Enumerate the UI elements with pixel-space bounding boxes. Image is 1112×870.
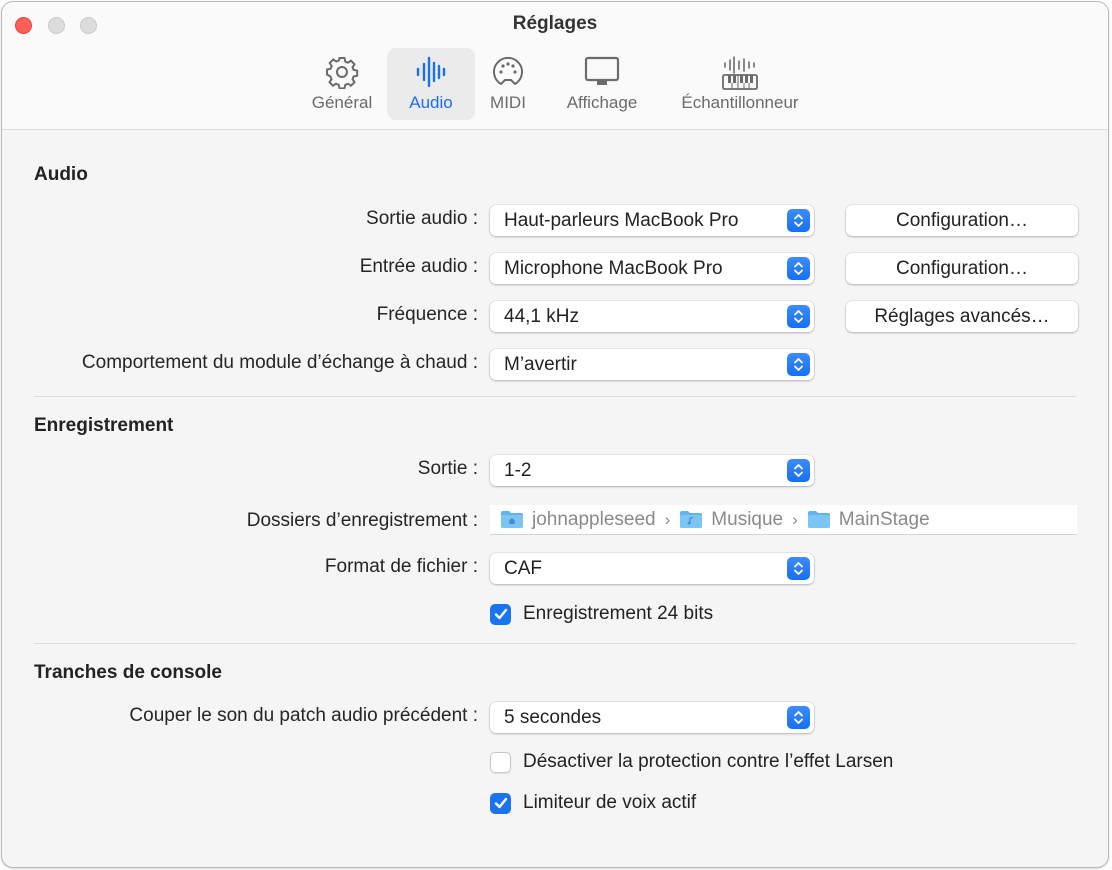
audio-input-label: Entrée audio : xyxy=(359,256,478,277)
tab-label: Général xyxy=(311,93,373,112)
mute-previous-patch-label: Couper le son du patch audio précédent : xyxy=(129,705,478,726)
audio-output-configure-button[interactable]: Configuration… xyxy=(846,205,1078,236)
popup-value: M’avertir xyxy=(504,354,577,375)
chevron-up-down-icon xyxy=(787,557,810,580)
audio-input-popup[interactable]: Microphone MacBook Pro xyxy=(490,253,814,284)
chevron-up-down-icon xyxy=(787,706,810,729)
checkbox-label: Désactiver la protection contre l’effet … xyxy=(523,751,894,772)
audio-output-popup[interactable]: Haut-parleurs MacBook Pro xyxy=(490,205,814,236)
path-segment[interactable]: MainStage xyxy=(807,509,930,531)
display-icon xyxy=(554,55,650,87)
popup-value: 5 secondes xyxy=(504,707,602,728)
checkmark-icon xyxy=(494,797,507,809)
audio-output-label: Sortie audio : xyxy=(366,208,478,229)
popup-value: 44,1 kHz xyxy=(504,306,579,327)
popup-value: 1-2 xyxy=(504,460,532,481)
tab-label: Échantillonneur xyxy=(681,93,799,112)
path-segment[interactable]: Musique xyxy=(679,509,783,531)
tab-midi[interactable]: MIDI xyxy=(480,48,536,120)
recording-output-popup[interactable]: 1-2 xyxy=(490,455,814,486)
mute-previous-patch-popup[interactable]: 5 secondes xyxy=(490,702,814,733)
hotplug-label: Comportement du module d’échange à chaud… xyxy=(81,352,478,373)
popup-value: CAF xyxy=(504,558,542,579)
chevron-up-down-icon xyxy=(787,209,810,232)
popup-value: Microphone MacBook Pro xyxy=(504,258,723,279)
frequency-label: Fréquence : xyxy=(376,304,478,325)
midi-port-icon xyxy=(480,55,536,87)
sampler-keyboard-icon xyxy=(670,55,810,90)
section-title-channel-strips: Tranches de console xyxy=(34,662,222,683)
tab-label: Audio xyxy=(409,93,453,112)
tab-label: Affichage xyxy=(566,93,638,112)
window-title: Réglages xyxy=(512,13,598,34)
section-divider xyxy=(34,643,1076,644)
section-divider xyxy=(34,396,1076,397)
recording-24bit-checkbox-row[interactable]: Enregistrement 24 bits xyxy=(490,603,713,625)
tab-general[interactable]: Général xyxy=(302,48,382,120)
path-segment-label: johnappleseed xyxy=(532,508,656,530)
file-format-popup[interactable]: CAF xyxy=(490,553,814,584)
checkbox-label: Enregistrement 24 bits xyxy=(523,603,714,624)
recording-output-label: Sortie : xyxy=(417,458,478,479)
file-format-label: Format de fichier : xyxy=(324,556,478,577)
chevron-up-down-icon xyxy=(787,353,810,376)
path-segment[interactable]: johnappleseed xyxy=(500,509,656,531)
music-folder-icon xyxy=(680,511,703,528)
tab-label: MIDI xyxy=(490,93,526,112)
frequency-popup[interactable]: 44,1 kHz xyxy=(490,301,814,332)
recording-folders-label: Dossiers d’enregistrement : xyxy=(246,510,478,531)
hotplug-popup[interactable]: M’avertir xyxy=(490,349,814,380)
tab-affichage[interactable]: Affichage xyxy=(554,48,650,120)
settings-window: Réglages Général Audio MIDI Affichage Éc… xyxy=(1,1,1109,868)
voice-limiter-checkbox[interactable] xyxy=(490,792,511,814)
popup-value: Haut-parleurs MacBook Pro xyxy=(504,210,739,231)
tab-echantillonneur[interactable]: Échantillonneur xyxy=(670,48,810,120)
audio-input-configure-button[interactable]: Configuration… xyxy=(846,253,1078,284)
recording-24bit-checkbox[interactable] xyxy=(490,603,511,625)
tab-audio[interactable]: Audio xyxy=(387,48,475,120)
checkbox-label: Limiteur de voix actif xyxy=(523,792,697,813)
disable-feedback-protection-checkbox[interactable] xyxy=(490,751,511,773)
home-folder-icon xyxy=(501,511,523,528)
recording-folder-path[interactable]: johnappleseed › Musique › MainStage xyxy=(490,505,1077,535)
chevron-up-down-icon xyxy=(787,257,810,280)
waveform-icon xyxy=(387,55,475,88)
chevron-up-down-icon xyxy=(787,459,810,482)
chevron-right-icon: › xyxy=(792,509,798,529)
advanced-settings-button[interactable]: Réglages avancés… xyxy=(846,301,1078,332)
checkmark-icon xyxy=(494,608,507,620)
chevron-up-down-icon xyxy=(787,305,810,328)
path-segment-label: MainStage xyxy=(838,508,930,530)
disable-feedback-protection-row[interactable]: Désactiver la protection contre l’effet … xyxy=(490,751,893,773)
path-segment-label: Musique xyxy=(711,508,784,530)
section-title-recording: Enregistrement xyxy=(34,415,174,436)
chevron-right-icon: › xyxy=(664,509,671,529)
gear-icon xyxy=(302,55,382,89)
voice-limiter-row[interactable]: Limiteur de voix actif xyxy=(490,792,696,814)
folder-icon xyxy=(807,511,830,528)
toolbar: Réglages Général Audio MIDI Affichage Éc… xyxy=(2,2,1108,130)
section-title-audio: Audio xyxy=(34,164,88,185)
